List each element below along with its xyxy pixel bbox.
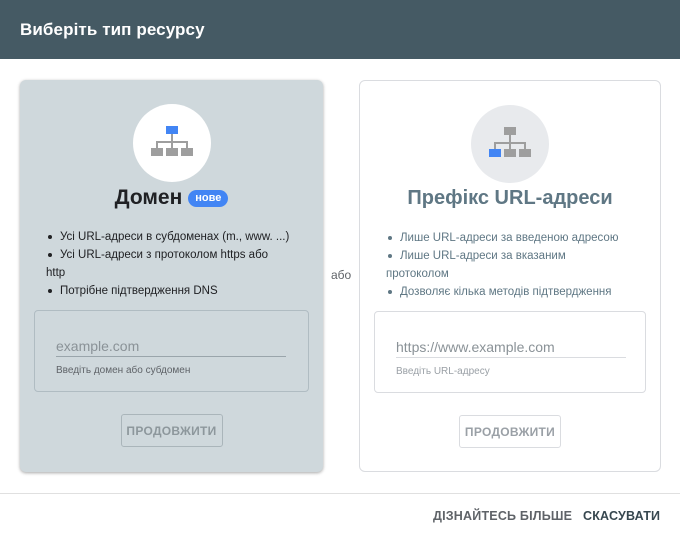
prefix-input-box: Введіть URL-адресу	[374, 311, 646, 393]
sitemap-icon	[150, 126, 193, 156]
prefix-feature-item-continued: протоколом	[386, 268, 449, 280]
domain-option-card[interactable]: Домен нове Усі URL-адреси в субдоменах (…	[20, 80, 323, 472]
domain-feature-item: Усі URL-адреси в субдоменах (m., www. ..…	[46, 228, 309, 246]
domain-feature-item: Усі URL-адреси з протоколом https або	[46, 246, 309, 264]
prefix-continue-button[interactable]: ПРОДОВЖИТИ	[459, 415, 561, 448]
footer-divider	[0, 493, 680, 494]
url-prefix-option-card[interactable]: Префікс URL-адреси Лише URL-адреси за вв…	[359, 80, 661, 472]
domain-feature-item: Потрібне підтвердження DNS	[46, 282, 309, 300]
prefix-icon-circle	[471, 105, 549, 183]
domain-continue-button[interactable]: ПРОДОВЖИТИ	[120, 414, 223, 447]
or-separator: або	[331, 268, 352, 282]
prefix-feature-item: Лише URL-адреси за введеною адресою	[386, 229, 646, 247]
prefix-feature-list: Лише URL-адреси за введеною адресою Лише…	[386, 229, 646, 301]
domain-title: Домен	[114, 186, 183, 209]
domain-helper-text: Введіть домен або субдомен	[56, 365, 191, 376]
cancel-button[interactable]: СКАСУВАТИ	[583, 509, 660, 523]
prefix-title: Префікс URL-адреси	[407, 187, 613, 209]
prefix-feature-item: Лише URL-адреси за вказаним	[386, 247, 646, 265]
domain-input[interactable]	[56, 335, 286, 357]
dialog-title: Виберіть тип ресурсу	[20, 19, 205, 39]
domain-heading: Домен нове	[20, 186, 323, 210]
prefix-helper-text: Введіть URL-адресу	[396, 366, 490, 377]
domain-feature-item-continued: http	[46, 267, 66, 279]
url-prefix-input[interactable]	[396, 336, 626, 358]
domain-input-box: Введіть домен або субдомен	[34, 310, 309, 392]
domain-feature-list: Усі URL-адреси в субдоменах (m., www. ..…	[46, 228, 309, 300]
sitemap-icon	[489, 127, 531, 157]
new-badge: нове	[188, 189, 229, 207]
prefix-heading: Префікс URL-адреси	[360, 187, 660, 210]
domain-icon-circle	[132, 104, 211, 182]
dialog-header: Виберіть тип ресурсу	[0, 0, 680, 59]
prefix-feature-item: Дозволяє кілька методів підтвердження	[386, 283, 646, 301]
learn-more-button[interactable]: ДІЗНАЙТЕСЬ БІЛЬШЕ	[433, 509, 572, 523]
